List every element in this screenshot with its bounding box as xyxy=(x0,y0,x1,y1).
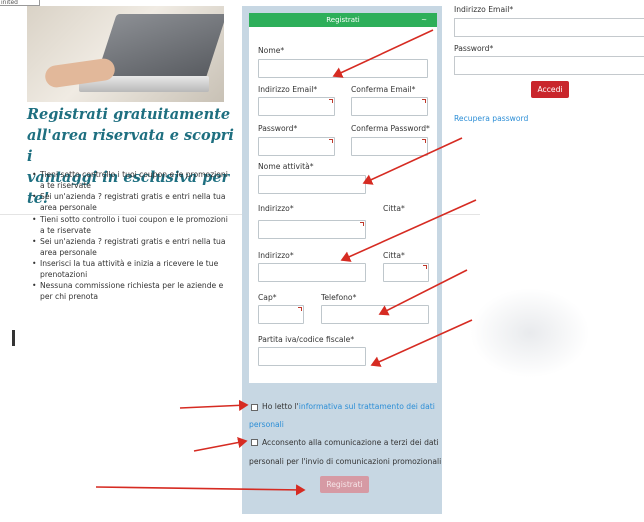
list-item: Tieni sotto controllo i tuoi coupon e le… xyxy=(32,169,232,191)
login-password-input[interactable] xyxy=(454,56,644,75)
privacy-label-cont: personali xyxy=(249,416,284,434)
registration-header[interactable]: Registrati ~ xyxy=(249,13,437,27)
telefono-input[interactable] xyxy=(321,305,429,324)
email-confirm-input[interactable] xyxy=(351,97,428,116)
consent-label-line1: Acconsento alla comunicazione a terzi de… xyxy=(262,438,439,447)
nome-label: Nome* xyxy=(258,46,285,55)
email-input[interactable] xyxy=(258,97,335,116)
page-edge-marker xyxy=(12,330,15,346)
chevron-down-icon: ~ xyxy=(421,16,427,24)
piva-label: Partita iva/codice fiscale* xyxy=(258,335,355,344)
password-label: Password* xyxy=(258,124,298,133)
registration-header-label: Registrati xyxy=(326,16,360,24)
attivita-label: Nome attività* xyxy=(258,162,314,171)
attivita-input[interactable] xyxy=(258,175,366,194)
consent-checkbox[interactable] xyxy=(251,439,258,446)
list-item: Inserisci la tua attività e inizia a ric… xyxy=(32,258,232,280)
login-email-label: Indirizzo Email* xyxy=(454,5,514,14)
password-input[interactable] xyxy=(258,137,335,156)
arrow-icon xyxy=(179,399,249,411)
login-email-input[interactable] xyxy=(454,18,644,37)
citta-label-overlay: Citta* xyxy=(383,204,405,213)
telefono-label: Telefono* xyxy=(321,293,357,302)
password-confirm-input[interactable] xyxy=(351,137,428,156)
password-confirm-label: Conferma Password* xyxy=(351,124,430,133)
indirizzo-input-overlay[interactable] xyxy=(258,220,366,239)
background-glow xyxy=(470,288,590,378)
cap-label: Cap* xyxy=(258,293,277,302)
hero-headline-line: Registrati gratuitamente xyxy=(27,106,231,123)
login-button[interactable]: Accedi xyxy=(531,81,569,98)
privacy-policy-link-cont[interactable]: personali xyxy=(249,420,284,429)
consent-label-line2: personali per l'invio di comunicazioni p… xyxy=(249,457,442,466)
cap-input[interactable] xyxy=(258,305,304,324)
citta-input[interactable] xyxy=(383,263,429,282)
privacy-label: Ho letto l'informativa sul trattamento d… xyxy=(262,398,435,416)
hero-headline-line: all'area riservata e scopri i xyxy=(27,127,234,165)
citta-label: Citta* xyxy=(383,251,405,260)
arrow-icon xyxy=(193,437,248,452)
privacy-checkbox[interactable] xyxy=(251,404,258,411)
indirizzo-label-overlay: Indirizzo* xyxy=(258,204,294,213)
benefits-list: Tieni sotto controllo i tuoi coupon e le… xyxy=(32,214,232,302)
piva-input[interactable] xyxy=(258,347,366,366)
login-password-label: Password* xyxy=(454,44,494,53)
indirizzo-label: Indirizzo* xyxy=(258,251,294,260)
nome-input[interactable] xyxy=(258,59,428,78)
register-submit-button[interactable]: Registrati xyxy=(320,476,369,493)
list-item: Sei un'azienda ? registrati gratis e ent… xyxy=(32,236,232,258)
indirizzo-input[interactable] xyxy=(258,263,366,282)
benefits-list-overlay: Tieni sotto controllo i tuoi coupon e le… xyxy=(32,169,232,215)
email-confirm-label: Conferma Email* xyxy=(351,85,416,94)
list-item: Tieni sotto controllo i tuoi coupon e le… xyxy=(32,214,232,236)
privacy-prefix: Ho letto l' xyxy=(262,402,299,411)
list-item: Nessuna commissione richiesta per le azi… xyxy=(32,280,232,302)
hero-image xyxy=(27,6,224,102)
privacy-policy-link[interactable]: informativa sul trattamento dei dati xyxy=(299,402,435,411)
list-item: Sei un'azienda ? registrati gratis e ent… xyxy=(32,191,232,213)
recover-password-link[interactable]: Recupera password xyxy=(454,114,528,123)
email-label: Indirizzo Email* xyxy=(258,85,318,94)
